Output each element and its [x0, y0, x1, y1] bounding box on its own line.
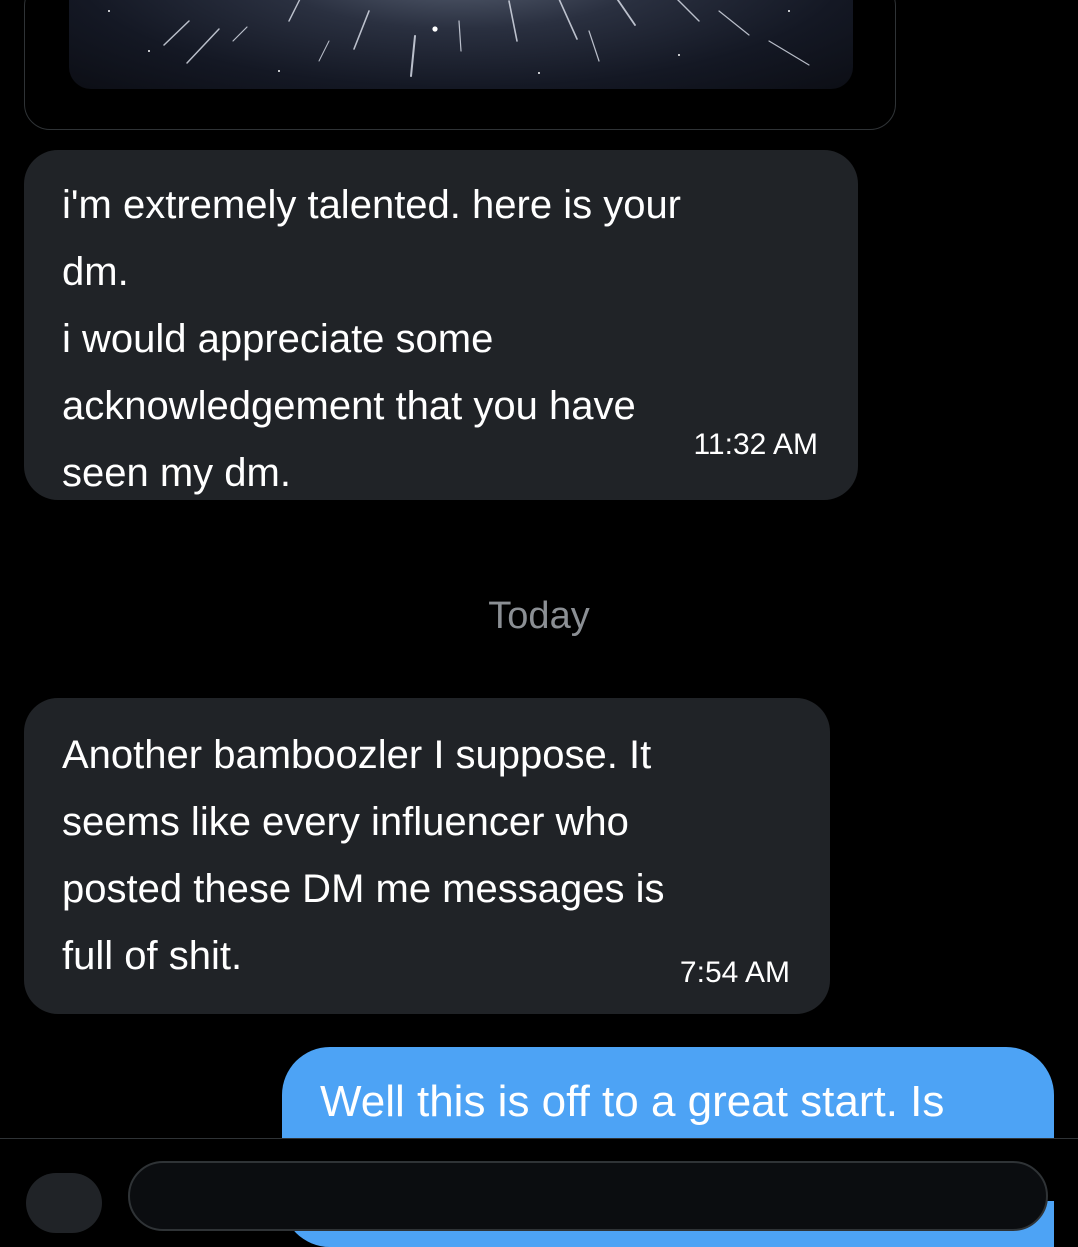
starfield-image-art	[108, 0, 810, 77]
media-message-card[interactable]	[24, 0, 896, 130]
received-message-bubble[interactable]: i'm extremely talented. here is your dm.…	[24, 150, 858, 500]
media-image[interactable]	[69, 0, 853, 89]
received-message-bubble[interactable]: Another bamboozler I suppose. It seems l…	[24, 698, 830, 1014]
message-composer	[0, 1138, 1078, 1233]
message-text: Well this is off to a great start. Is	[320, 1077, 945, 1126]
day-separator: Today	[488, 595, 590, 637]
message-timestamp: 7:54 AM	[679, 956, 790, 989]
message-text: Another bamboozler I suppose. It seems l…	[62, 733, 665, 978]
message-timestamp: 11:32 AM	[693, 428, 818, 461]
message-input[interactable]	[128, 1161, 1048, 1231]
media-icon[interactable]	[26, 1173, 102, 1233]
